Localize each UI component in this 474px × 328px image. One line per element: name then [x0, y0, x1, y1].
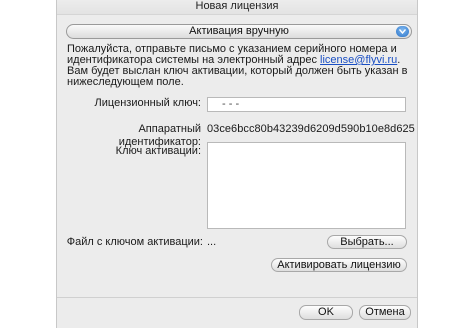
- activation-key-textarea[interactable]: [207, 142, 406, 229]
- license-key-input[interactable]: - - -: [207, 97, 406, 112]
- browse-button[interactable]: Выбрать...: [327, 235, 407, 249]
- ok-button[interactable]: OK: [299, 305, 353, 320]
- hardware-id-value: 03ce6bcc80b43239d6209d590b10e8d625: [207, 123, 415, 135]
- chevron-down-icon: [396, 26, 409, 37]
- license-key-label: Лицензионный ключ:: [94, 97, 201, 109]
- new-license-dialog: Новая лицензия Активация вручную Пожалуй…: [56, 0, 418, 328]
- window-title: Новая лицензия: [57, 0, 417, 15]
- instructions-text: Пожалуйста, отправьте письмо с указанием…: [67, 44, 413, 88]
- activation-mode-value: Активация вручную: [189, 25, 289, 37]
- key-file-label: Файл с ключом активации:: [66, 236, 203, 248]
- cancel-button[interactable]: Отмена: [359, 305, 411, 320]
- key-file-path: ...: [207, 236, 217, 248]
- activate-license-button[interactable]: Активировать лицензию: [271, 258, 407, 272]
- activation-key-label: Ключ активации:: [115, 145, 201, 157]
- activation-mode-select[interactable]: Активация вручную: [66, 24, 412, 39]
- footer-divider: [57, 297, 417, 298]
